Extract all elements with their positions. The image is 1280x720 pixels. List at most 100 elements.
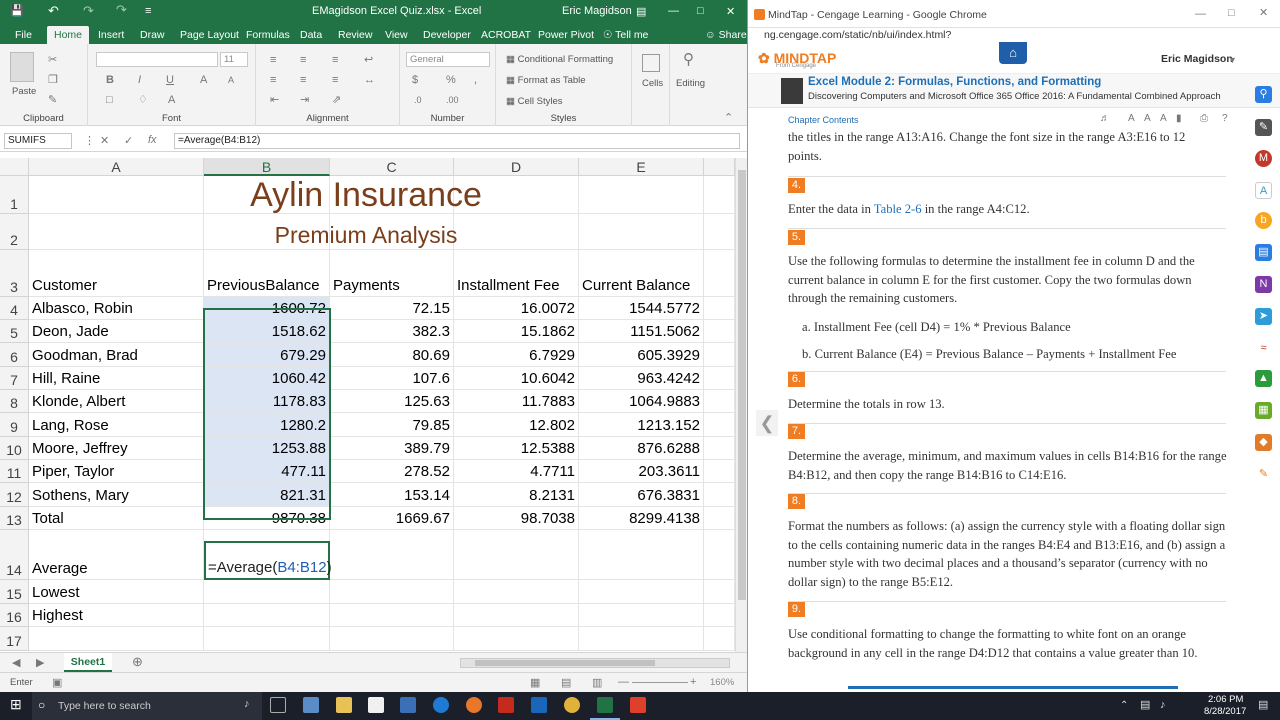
cell[interactable]: [704, 320, 735, 343]
vertical-scroll-thumb[interactable]: [738, 170, 746, 600]
cell[interactable]: [704, 297, 735, 320]
taskbar-time[interactable]: 2:06 PM: [1208, 694, 1243, 705]
data-cell[interactable]: 1669.67: [330, 507, 454, 530]
cell[interactable]: [454, 627, 579, 651]
cell[interactable]: [330, 627, 454, 651]
cell[interactable]: [579, 604, 704, 627]
header-cell[interactable]: Payments: [330, 250, 454, 297]
normal-view-icon[interactable]: ▦: [530, 677, 540, 689]
text-size-medium-icon[interactable]: A: [1144, 110, 1151, 129]
format-as-table-button[interactable]: ▦ Format as Table: [506, 75, 586, 86]
redo2-icon[interactable]: ↷: [116, 2, 127, 18]
editing-group[interactable]: ⚲ Editing: [670, 44, 712, 126]
data-cell[interactable]: 203.3611: [579, 460, 704, 483]
cell[interactable]: [704, 460, 735, 483]
stat-label-cell[interactable]: Highest: [29, 604, 204, 627]
column-header-d[interactable]: D: [454, 158, 579, 176]
data-cell[interactable]: 10.6042: [454, 367, 579, 390]
quick-access-menu-icon[interactable]: ≡: [145, 5, 151, 17]
font-color-icon[interactable]: A: [168, 94, 175, 106]
currency-icon[interactable]: $: [412, 74, 418, 86]
column-header-c[interactable]: C: [330, 158, 454, 176]
data-cell[interactable]: 16.0072: [454, 297, 579, 320]
a-z-icon[interactable]: A: [1255, 182, 1272, 199]
excel-taskbar-icon[interactable]: [597, 697, 613, 713]
row-header[interactable]: 17: [0, 627, 29, 651]
cancel-entry-icon[interactable]: ✕: [100, 135, 109, 147]
data-cell[interactable]: 1213.152: [579, 413, 704, 437]
tab-file[interactable]: File: [8, 26, 39, 44]
file-explorer-icon[interactable]: [336, 697, 352, 713]
data-cell[interactable]: 153.14: [330, 483, 454, 507]
user-menu-chevron-icon[interactable]: ▼: [1228, 54, 1237, 66]
column-header-a[interactable]: A: [29, 158, 204, 176]
collapse-panel-chevron-icon[interactable]: ❮: [756, 410, 778, 436]
collapse-ribbon-icon[interactable]: ⌃: [724, 112, 733, 124]
align-top-icon[interactable]: ≡: [270, 54, 276, 66]
data-cell[interactable]: 98.7038: [454, 507, 579, 530]
cell-styles-button[interactable]: ▦ Cell Styles: [506, 96, 563, 107]
share-button[interactable]: ☺ Share: [698, 26, 747, 44]
cell[interactable]: [454, 604, 579, 627]
merriam-webster-icon[interactable]: M: [1255, 150, 1272, 167]
paste-label[interactable]: Paste: [12, 86, 36, 97]
data-cell[interactable]: 6.7929: [454, 343, 579, 367]
data-cell[interactable]: Albasco, Robin: [29, 297, 204, 320]
search-dock-icon[interactable]: ⚲: [1255, 86, 1272, 103]
cells-group[interactable]: Cells: [632, 44, 670, 126]
chrome-icon[interactable]: [564, 697, 580, 713]
network-icon[interactable]: ▤: [1140, 699, 1150, 711]
pencil-app-icon[interactable]: ✎: [1255, 466, 1272, 483]
mindtap-user-name[interactable]: Eric Magidson: [1161, 53, 1233, 65]
column-header-e[interactable]: E: [579, 158, 704, 176]
stat-label-cell[interactable]: Average: [29, 530, 204, 580]
zoom-out-icon[interactable]: —: [618, 676, 629, 688]
cut-icon[interactable]: ✂: [48, 54, 57, 66]
tab-page-layout[interactable]: Page Layout: [173, 26, 246, 44]
windows-start-icon[interactable]: ⊞: [10, 697, 22, 711]
minimize-icon[interactable]: —: [668, 5, 679, 17]
cell[interactable]: [579, 627, 704, 651]
cell[interactable]: [704, 390, 735, 413]
text-size-large-icon[interactable]: A: [1160, 110, 1167, 129]
store-icon[interactable]: ▦: [1255, 402, 1272, 419]
chrome-close-icon[interactable]: ✕: [1259, 7, 1268, 19]
cell[interactable]: [704, 604, 735, 627]
name-box[interactable]: SUMIFS: [4, 133, 72, 149]
data-cell[interactable]: Deon, Jade: [29, 320, 204, 343]
edge-icon[interactable]: [433, 697, 449, 713]
decrease-indent-icon[interactable]: ⇤: [270, 94, 279, 106]
data-cell[interactable]: 1064.9883: [579, 390, 704, 413]
data-cell[interactable]: 605.3929: [579, 343, 704, 367]
tab-data[interactable]: Data: [293, 26, 329, 44]
increase-decimal-icon[interactable]: .0: [414, 94, 422, 106]
row-header[interactable]: 2: [0, 214, 29, 250]
data-cell[interactable]: Hill, Raine: [29, 367, 204, 390]
taskbar-date[interactable]: 8/28/2017: [1204, 706, 1246, 717]
data-cell[interactable]: 389.79: [330, 437, 454, 460]
merge-center-icon[interactable]: ↔: [364, 74, 375, 86]
b-app-icon[interactable]: b: [1255, 212, 1272, 229]
font-shrink-icon[interactable]: A: [228, 74, 234, 86]
save-icon[interactable]: 💾: [10, 4, 24, 17]
font-size-box[interactable]: 11: [220, 52, 248, 67]
macro-record-icon[interactable]: ▣: [52, 677, 62, 689]
onenote-icon[interactable]: N: [1255, 276, 1272, 293]
text-size-small-icon[interactable]: A: [1128, 110, 1135, 129]
data-cell[interactable]: 125.63: [330, 390, 454, 413]
diamond-app-icon[interactable]: ◆: [1255, 434, 1272, 451]
format-painter-icon[interactable]: ✎: [48, 94, 57, 106]
data-cell[interactable]: 382.3: [330, 320, 454, 343]
column-header-b[interactable]: B: [204, 158, 330, 176]
data-cell[interactable]: 12.5388: [454, 437, 579, 460]
next-sheet-icon[interactable]: ▶: [36, 657, 44, 669]
data-cell[interactable]: 8.2131: [454, 483, 579, 507]
row-header[interactable]: 12: [0, 483, 29, 507]
worksheet-subtitle[interactable]: Premium Analysis: [29, 220, 703, 250]
cell[interactable]: [704, 214, 735, 250]
cell[interactable]: [704, 580, 735, 604]
outlook-icon[interactable]: [531, 697, 547, 713]
data-cell[interactable]: 676.3831: [579, 483, 704, 507]
row-header[interactable]: 7: [0, 367, 29, 390]
data-cell[interactable]: Klonde, Albert: [29, 390, 204, 413]
